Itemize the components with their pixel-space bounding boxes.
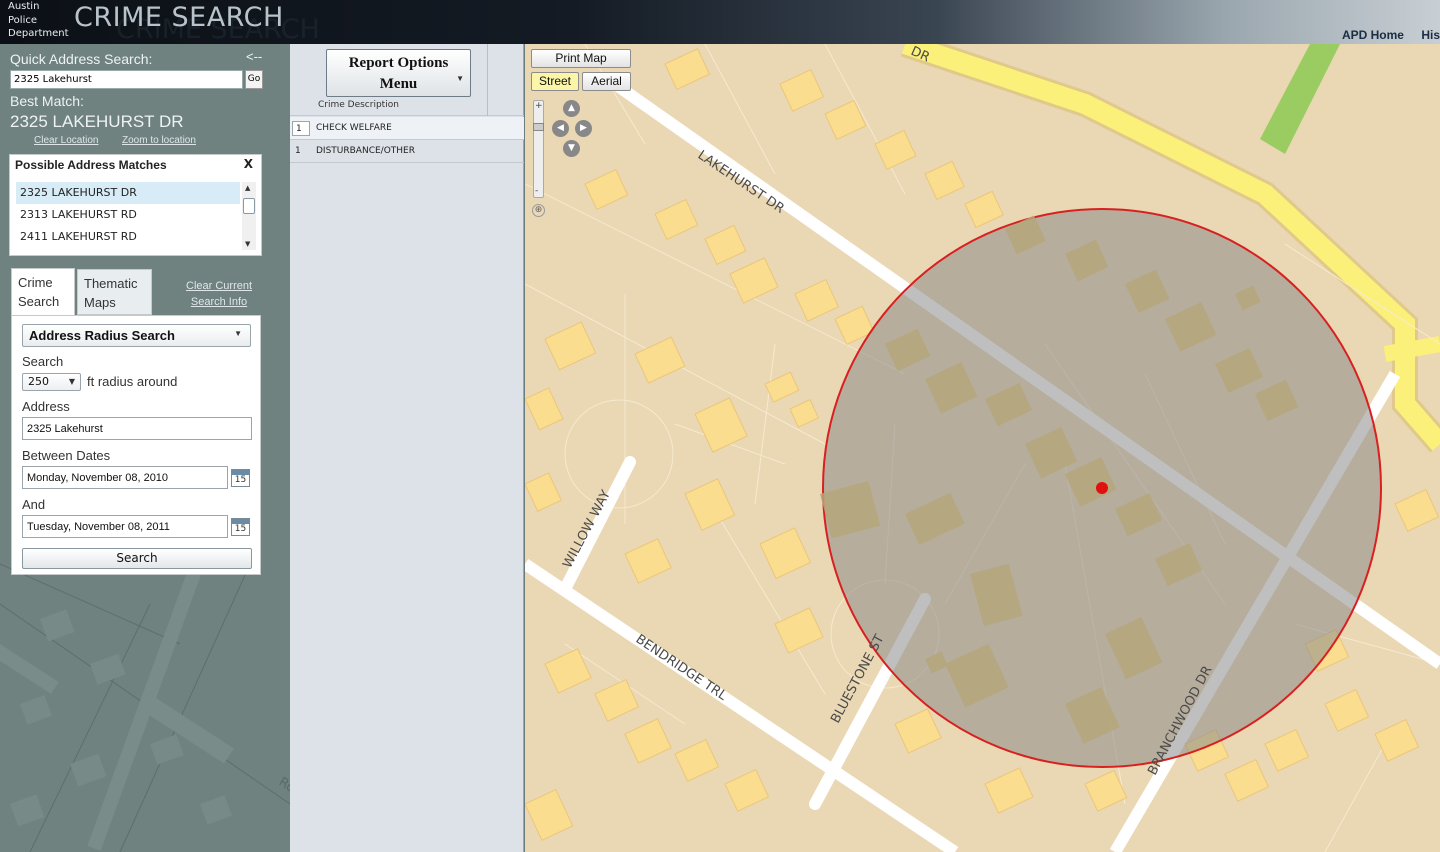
park [1260,44,1340,154]
dept-line: Police [8,14,37,26]
search-type-value: Address Radius Search [29,328,175,343]
tab-label: Search [18,294,60,309]
zoom-slider[interactable]: + - [533,100,544,198]
pan-down-icon[interactable]: ▼ [563,140,580,157]
possible-matches-panel: Possible Address Matches X 2325 LAKEHURS… [9,154,262,256]
crime-description: DISTURBANCE/OTHER [316,146,415,156]
department-logo: Austin Police Department [8,0,69,41]
results-panel: Report Options Menu ▼ Crime Description … [290,44,524,852]
table-row[interactable]: 1 CHECK WELFARE [290,117,524,140]
possible-matches-title: Possible Address Matches [15,158,167,172]
and-label: And [22,497,46,512]
print-map-button[interactable]: Print Map [531,49,631,68]
end-date-field[interactable] [22,515,228,538]
zoom-slider-knob[interactable] [533,123,544,131]
quick-search-input[interactable] [10,70,243,89]
address-marker [1096,482,1108,494]
chevron-down-icon: ▼ [456,74,464,83]
chevron-down-icon: ▼ [234,329,242,338]
address-field[interactable] [22,417,252,440]
dept-line: Department [8,28,69,39]
app-header: Austin Police Department CRIME SEARCH CR… [0,0,1440,45]
sidebar-map-street-label: Ro [276,775,290,796]
report-options-menu-button[interactable]: Report Options Menu ▼ [326,49,471,97]
column-header-crime-description[interactable]: Crime Description [318,100,399,110]
column-divider[interactable] [487,44,488,116]
pan-left-icon[interactable]: ◀ [552,120,569,137]
calendar-icon[interactable]: 15 [231,469,250,487]
tab-label: Maps [84,295,116,310]
best-match-label: Best Match: [10,93,84,109]
zoom-in-icon[interactable]: + [535,102,543,111]
zoom-to-location-link[interactable]: Zoom to location [122,135,196,146]
pan-up-icon[interactable]: ▲ [563,100,580,117]
scroll-down-icon[interactable]: ▼ [245,240,250,248]
best-match-value: 2325 LAKEHURST DR [10,112,184,131]
calendar-icon[interactable]: 15 [231,518,250,536]
highway-ramp [1383,336,1440,362]
clear-search-info-link[interactable]: Clear Current Search Info [186,278,252,310]
street-label: LAKEHURST DR [695,148,787,217]
match-item[interactable]: 2313 LAKEHURST RD [16,204,240,226]
quick-search-label: Quick Address Search: [10,51,153,67]
street-label: BENDRIDGE TRL [633,632,730,704]
calendar-day: 15 [234,475,247,485]
search-label: Search [22,354,64,369]
collapse-panel-button[interactable]: <-- [246,49,262,64]
search-type-dropdown[interactable]: Address Radius Search ▼ [22,324,251,347]
matches-list: 2325 LAKEHURST DR 2313 LAKEHURST RD 2411… [16,182,240,250]
street-view-button[interactable]: Street [531,72,579,91]
aerial-view-button[interactable]: Aerial [582,72,631,91]
address-label: Address [22,399,70,414]
link-line: Search Info [190,296,248,308]
tab-label: Thematic [84,276,138,291]
globe-icon[interactable]: ⊕ [532,204,545,217]
radius-dropdown[interactable]: 250 ▼ [22,373,81,391]
app-title: CRIME SEARCH [74,2,284,33]
button-label: Report Options [348,55,449,71]
crime-count: 1 [295,146,301,156]
matches-scrollbar[interactable]: ▲ ▼ [242,182,256,250]
crime-description: CHECK WELFARE [316,123,392,133]
nav-link-apd-home[interactable]: APD Home [1342,28,1404,42]
nav-link-history[interactable]: His [1421,28,1440,42]
chevron-down-icon: ▼ [68,377,75,386]
dept-line: Austin [8,1,40,12]
scroll-up-icon[interactable]: ▲ [245,184,250,192]
scrollbar-thumb[interactable] [243,198,255,214]
calendar-day: 15 [234,524,247,534]
button-label: Menu [379,76,418,92]
go-button[interactable]: Go [245,70,263,89]
start-date-field[interactable] [22,466,228,489]
link-line: Clear Current [186,280,253,292]
top-nav: APD Home His [1328,28,1440,42]
sidebar: Ro Quick Address Search: <-- Go Best Mat… [0,44,290,852]
match-item[interactable]: 2411 LAKEHURST RD [16,226,240,248]
pan-right-icon[interactable]: ▶ [575,120,592,137]
crime-count: 1 [292,121,310,136]
table-row[interactable]: 1 DISTURBANCE/OTHER [290,140,524,163]
results-header: Report Options Menu ▼ Crime Description [290,44,524,116]
radius-suffix-label: ft radius around [87,374,178,389]
match-item[interactable]: 2325 LAKEHURST DR [16,182,240,204]
search-button[interactable]: Search [22,548,252,569]
between-dates-label: Between Dates [22,448,111,463]
street-map[interactable]: LAKEHURST DR WILLOW WAY BENDRIDGE TRL BL… [525,44,1440,852]
crime-search-form: Address Radius Search ▼ Search 250 ▼ ft … [11,315,261,575]
radius-value: 250 [28,375,49,388]
close-matches-button[interactable]: X [244,157,253,171]
tab-crime-search[interactable]: Crime Search [11,268,75,316]
tab-thematic-maps[interactable]: Thematic Maps [77,269,152,315]
clear-location-link[interactable]: Clear Location [34,135,98,146]
zoom-out-icon[interactable]: - [535,187,538,196]
map-view[interactable]: LAKEHURST DR WILLOW WAY BENDRIDGE TRL BL… [525,44,1440,852]
tab-label: Crime [18,275,53,290]
